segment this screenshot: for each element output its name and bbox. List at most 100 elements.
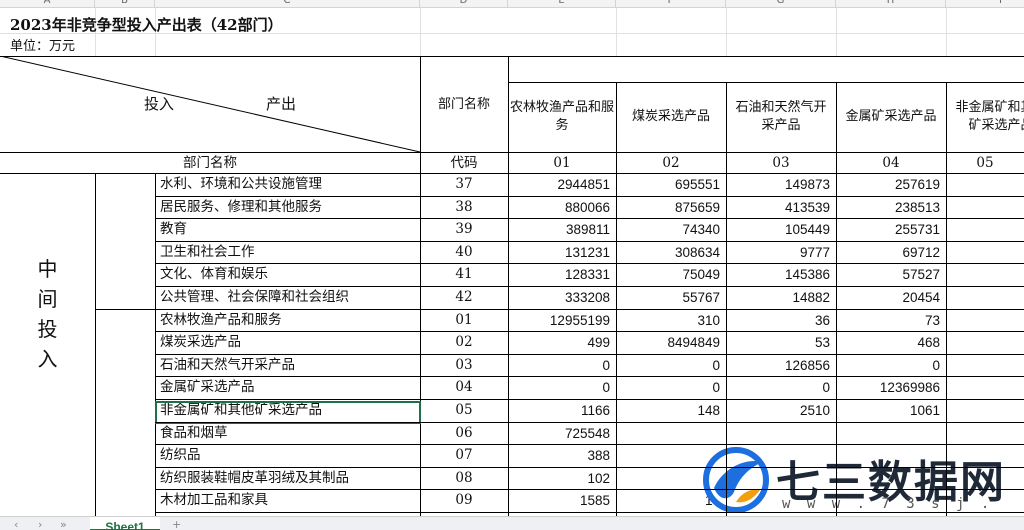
add-sheet-icon[interactable]: +	[172, 517, 181, 530]
row-value-cell[interactable]: 96	[946, 223, 1024, 237]
row-value-cell[interactable]: 0	[508, 381, 610, 395]
row-value-cell[interactable]: 57527	[836, 268, 940, 282]
row-value-cell[interactable]: 9777	[726, 246, 830, 260]
row-code[interactable]: 01	[420, 313, 508, 328]
row-code[interactable]: 40	[420, 245, 508, 260]
row-dept-name[interactable]: 公共管理、社会保障和社会组织	[160, 290, 349, 305]
row-value-cell[interactable]: 290	[946, 178, 1024, 192]
row-value-cell[interactable]: 2944851	[508, 178, 610, 192]
row-code[interactable]: 08	[420, 471, 508, 486]
row-dept-name[interactable]: 农林牧渔产品和服务	[160, 313, 282, 328]
row-dept-name[interactable]: 煤炭采选产品	[160, 335, 241, 350]
column-header-g[interactable]: G	[726, 0, 836, 7]
row-code[interactable]: 05	[420, 403, 508, 418]
prev-sheet-icon[interactable]: ›	[38, 517, 42, 530]
row-value-cell[interactable]: 257619	[836, 178, 940, 192]
row-dept-name[interactable]: 金属矿采选产品	[160, 380, 255, 395]
row-value-cell[interactable]: 0	[836, 359, 940, 373]
row-value-cell[interactable]: 148	[616, 404, 720, 418]
column-header-b[interactable]: B	[95, 0, 155, 7]
row-value-cell[interactable]: 499	[508, 336, 610, 350]
column-header-e[interactable]: E	[508, 0, 616, 7]
row-code[interactable]: 04	[420, 380, 508, 395]
row-value-cell[interactable]: 73	[836, 314, 940, 328]
row-dept-name[interactable]: 水利、环境和公共设施管理	[160, 177, 322, 192]
row-value-cell[interactable]: 238513	[836, 201, 940, 215]
row-value-cell[interactable]: 0	[508, 359, 610, 373]
row-code[interactable]: 07	[420, 448, 508, 463]
spreadsheet-grid[interactable]: 2023年非竞争型投入产出表（42部门） 单位：万元 投入 产出 部门名称 部门…	[0, 8, 1024, 516]
row-code[interactable]: 09	[420, 493, 508, 508]
row-value-cell[interactable]: 1061	[836, 404, 940, 418]
row-value-cell[interactable]: 537	[946, 201, 1024, 215]
row-value-cell[interactable]: 310	[616, 314, 720, 328]
row-value-cell[interactable]: 725548	[508, 427, 610, 441]
row-value-cell[interactable]: 12369986	[836, 381, 940, 395]
row-value-cell[interactable]: 0	[616, 359, 720, 373]
column-header-f[interactable]: F	[616, 0, 726, 7]
row-value-cell[interactable]: 36	[726, 314, 830, 328]
row-code[interactable]: 02	[420, 335, 508, 350]
row-value-cell[interactable]: 128331	[508, 268, 610, 282]
row-value-cell[interactable]: 1166	[508, 404, 610, 418]
row-value-cell[interactable]: 8494849	[616, 336, 720, 350]
row-value-cell[interactable]: 69712	[836, 246, 940, 260]
row-value-cell[interactable]: 14882	[726, 291, 830, 305]
row-value-cell[interactable]: 40	[946, 246, 1024, 260]
row-value-cell[interactable]: 126856	[726, 359, 830, 373]
row-dept-name[interactable]: 石油和天然气开采产品	[160, 358, 295, 373]
last-sheet-icon[interactable]: »	[60, 517, 67, 530]
row-value-cell[interactable]: 53	[726, 336, 830, 350]
row-dept-name[interactable]: 文化、体育和娱乐	[160, 267, 268, 282]
row-value-cell[interactable]: 388	[508, 449, 610, 463]
row-value-cell[interactable]: 308634	[616, 246, 720, 260]
row-value-cell[interactable]: 413539	[726, 201, 830, 215]
row-value-cell[interactable]: 0	[726, 381, 830, 395]
row-code[interactable]: 42	[420, 290, 508, 305]
column-header-d[interactable]: D	[420, 0, 508, 7]
row-code[interactable]: 37	[420, 177, 508, 192]
row-value-cell[interactable]: 105449	[726, 223, 830, 237]
row-value-cell[interactable]: 875659	[616, 201, 720, 215]
row-value-cell[interactable]: 149873	[726, 178, 830, 192]
row-dept-name[interactable]: 纺织服装鞋帽皮革羽绒及其制品	[160, 471, 349, 486]
column-header-i[interactable]: I	[946, 0, 1024, 7]
row-dept-name[interactable]: 教育	[160, 222, 187, 237]
row-value-cell[interactable]: 237	[946, 404, 1024, 418]
row-value-cell[interactable]: 468	[836, 336, 940, 350]
row-value-cell[interactable]: 695551	[616, 178, 720, 192]
row-value-cell[interactable]: 255731	[836, 223, 940, 237]
row-value-cell[interactable]: 131231	[508, 246, 610, 260]
row-code[interactable]: 06	[420, 426, 508, 441]
row-value-cell[interactable]: 145386	[726, 268, 830, 282]
column-header-c[interactable]: C	[155, 0, 420, 7]
row-value-cell[interactable]: 26	[946, 291, 1024, 305]
row-value-cell[interactable]: 389811	[508, 223, 610, 237]
first-sheet-icon[interactable]: ‹	[14, 517, 18, 530]
row-value-cell[interactable]: 12955199	[508, 314, 610, 328]
row-dept-name[interactable]: 食品和烟草	[160, 426, 228, 441]
column-header-a[interactable]: A	[0, 0, 95, 7]
row-value-cell[interactable]: 0	[616, 381, 720, 395]
row-value-cell[interactable]: 20454	[836, 291, 940, 305]
row-value-cell[interactable]: 2510	[726, 404, 830, 418]
column-header-h[interactable]: H	[836, 0, 946, 7]
row-value-cell[interactable]: 55767	[616, 291, 720, 305]
sheet-tab-sheet1[interactable]: Sheet1	[90, 517, 160, 530]
row-value-cell[interactable]: 75049	[616, 268, 720, 282]
row-value-cell[interactable]: 51	[946, 268, 1024, 282]
row-dept-name[interactable]: 卫生和社会工作	[160, 245, 255, 260]
selected-cell[interactable]	[155, 401, 421, 424]
row-value-cell[interactable]: 102	[508, 472, 610, 486]
row-code[interactable]: 41	[420, 267, 508, 282]
row-value-cell[interactable]: 74340	[616, 223, 720, 237]
row-dept-name[interactable]: 木材加工品和家具	[160, 493, 268, 508]
row-value-cell[interactable]: 1	[946, 336, 1024, 350]
row-code[interactable]: 03	[420, 358, 508, 373]
row-value-cell[interactable]: 333208	[508, 291, 610, 305]
row-code[interactable]: 38	[420, 200, 508, 215]
row-dept-name[interactable]: 纺织品	[160, 448, 201, 463]
row-code[interactable]: 39	[420, 222, 508, 237]
row-dept-name[interactable]: 居民服务、修理和其他服务	[160, 200, 322, 215]
row-value-cell[interactable]: 880066	[508, 201, 610, 215]
